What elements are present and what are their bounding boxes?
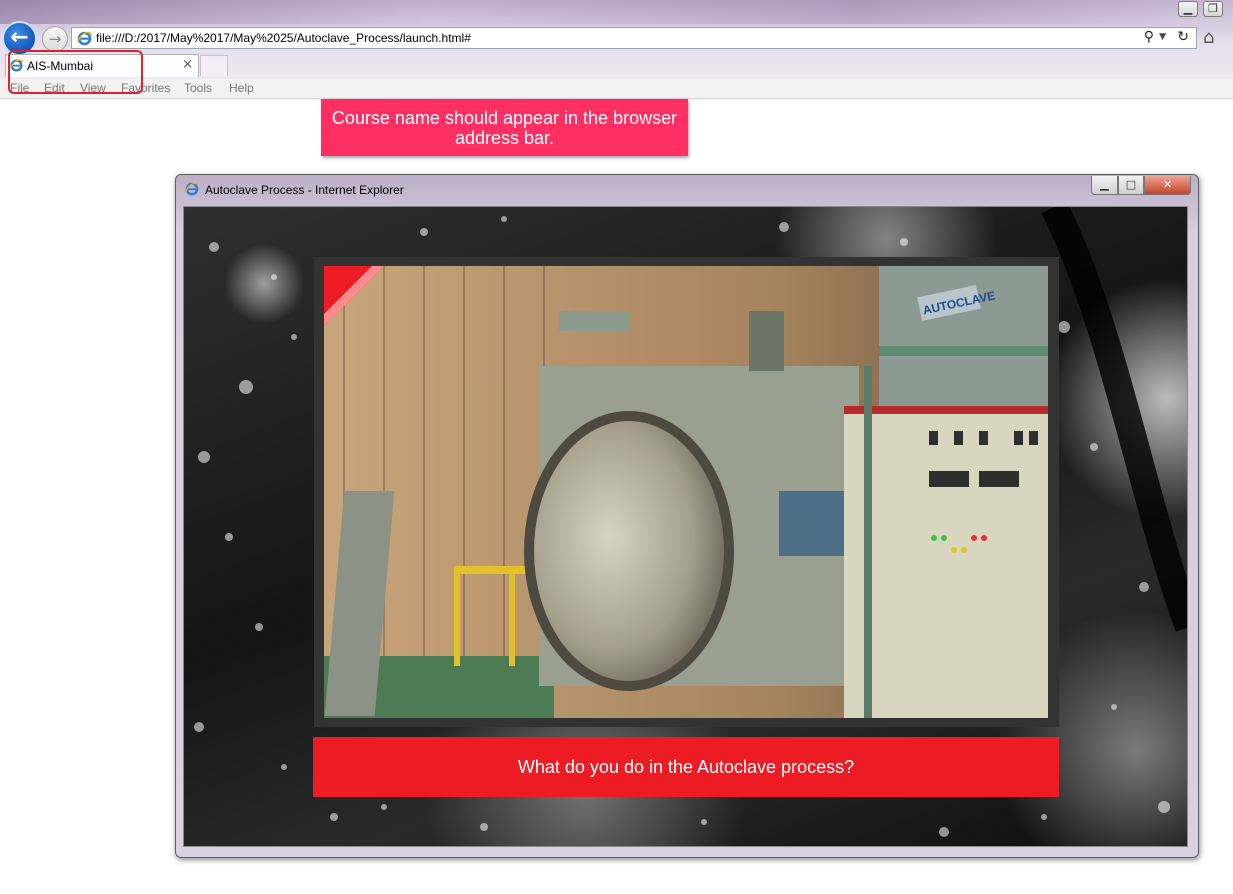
ie-logo-icon xyxy=(77,31,92,46)
refresh-icon[interactable]: ↻ xyxy=(1177,29,1189,45)
minimize-button[interactable]: ▁ xyxy=(1178,1,1198,17)
close-icon[interactable]: × xyxy=(182,57,193,72)
course-window: Autoclave Process - Internet Explorer ▁ … xyxy=(175,174,1199,858)
home-icon[interactable]: ⌂ xyxy=(1203,27,1214,48)
course-content: AUTOCLAVE What do you do in the Autoclav… xyxy=(183,206,1188,847)
annotation-callout: Course name should appear in the browser… xyxy=(321,99,688,156)
minimize-button[interactable]: ▁ xyxy=(1091,176,1118,195)
tab-highlight-annotation xyxy=(8,50,143,94)
address-url[interactable]: file:///D:/2017/May%2017/May%2025/Autocl… xyxy=(96,31,471,45)
close-button[interactable]: ✕ xyxy=(1144,176,1191,195)
browser-chrome: ▁ ❐ ← → file:///D:/2017/May%2017/May%202… xyxy=(0,0,1233,100)
ie-logo-icon xyxy=(184,182,200,196)
menu-tools[interactable]: Tools xyxy=(184,81,212,95)
autoclave-photo: AUTOCLAVE xyxy=(324,266,1048,718)
tab-row: AIS-Mumbai × xyxy=(0,53,1233,77)
arrow-left-icon: ← xyxy=(10,25,29,50)
maximize-button[interactable]: □ xyxy=(1118,176,1144,195)
restore-button[interactable]: ❐ xyxy=(1203,1,1223,17)
menu-help[interactable]: Help xyxy=(229,81,254,95)
forward-button[interactable]: → xyxy=(42,26,68,52)
chevron-down-icon[interactable]: ▼ xyxy=(1159,32,1166,42)
arrow-right-icon: → xyxy=(48,30,62,48)
title-bar xyxy=(0,0,1233,24)
window-title: Autoclave Process - Internet Explorer xyxy=(205,183,404,197)
question-text: What do you do in the Autoclave process? xyxy=(517,757,855,777)
question-banner: What do you do in the Autoclave process? xyxy=(313,737,1059,797)
menu-bar: File Edit View Favorites Tools Help xyxy=(0,79,1233,99)
corner-ribbon xyxy=(324,266,384,326)
new-tab-button[interactable] xyxy=(200,55,228,76)
address-bar[interactable]: file:///D:/2017/May%2017/May%2025/Autocl… xyxy=(71,27,1197,49)
search-icon[interactable]: ⚲ xyxy=(1144,29,1154,45)
photo-frame: AUTOCLAVE xyxy=(314,257,1059,727)
